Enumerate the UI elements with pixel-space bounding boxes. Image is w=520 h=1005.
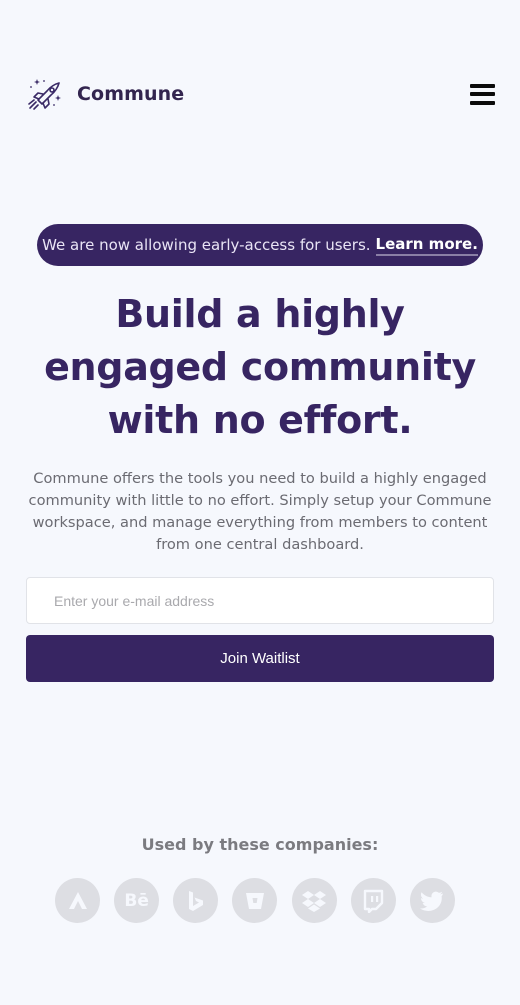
- bing-glyph: [188, 890, 203, 911]
- announcement-banner: We are now allowing early-access for use…: [37, 224, 483, 266]
- announcement-text: We are now allowing early-access for use…: [42, 236, 371, 254]
- behance-icon: Bē: [114, 878, 160, 923]
- bitbucket-glyph: [245, 892, 264, 909]
- bing-icon: [173, 878, 219, 923]
- hero-subtitle: Commune offers the tools you need to bui…: [28, 470, 492, 553]
- behance-glyph: Bē: [124, 890, 149, 911]
- hamburger-menu-icon[interactable]: [470, 83, 495, 105]
- hero-title: Build a highly engaged community with no…: [44, 292, 476, 442]
- learn-more-link[interactable]: Learn more.: [375, 235, 478, 256]
- twitch-icon: [350, 878, 396, 923]
- join-waitlist-button[interactable]: Join Waitlist: [26, 635, 494, 682]
- email-input[interactable]: [26, 577, 494, 624]
- dropbox-glyph: [302, 890, 327, 912]
- menu-bar: [470, 92, 495, 96]
- atlassian-glyph: [68, 891, 87, 909]
- landing-page: Commune We are now allowing early-access…: [0, 0, 520, 1005]
- rocket-icon: [28, 79, 61, 110]
- companies-heading: Used by these companies:: [141, 835, 379, 854]
- twitter-icon: [409, 878, 455, 923]
- site-header: Commune: [25, 74, 495, 114]
- brand[interactable]: Commune: [25, 75, 184, 113]
- twitter-glyph: [420, 891, 444, 911]
- atlassian-icon: [55, 878, 100, 923]
- brand-name: Commune: [77, 83, 185, 105]
- menu-bar: [470, 100, 495, 105]
- twitch-glyph: [364, 889, 384, 913]
- bitbucket-icon: [232, 878, 278, 923]
- company-logos: Bē: [55, 878, 455, 923]
- menu-bar: [470, 83, 495, 88]
- dropbox-icon: [291, 878, 337, 923]
